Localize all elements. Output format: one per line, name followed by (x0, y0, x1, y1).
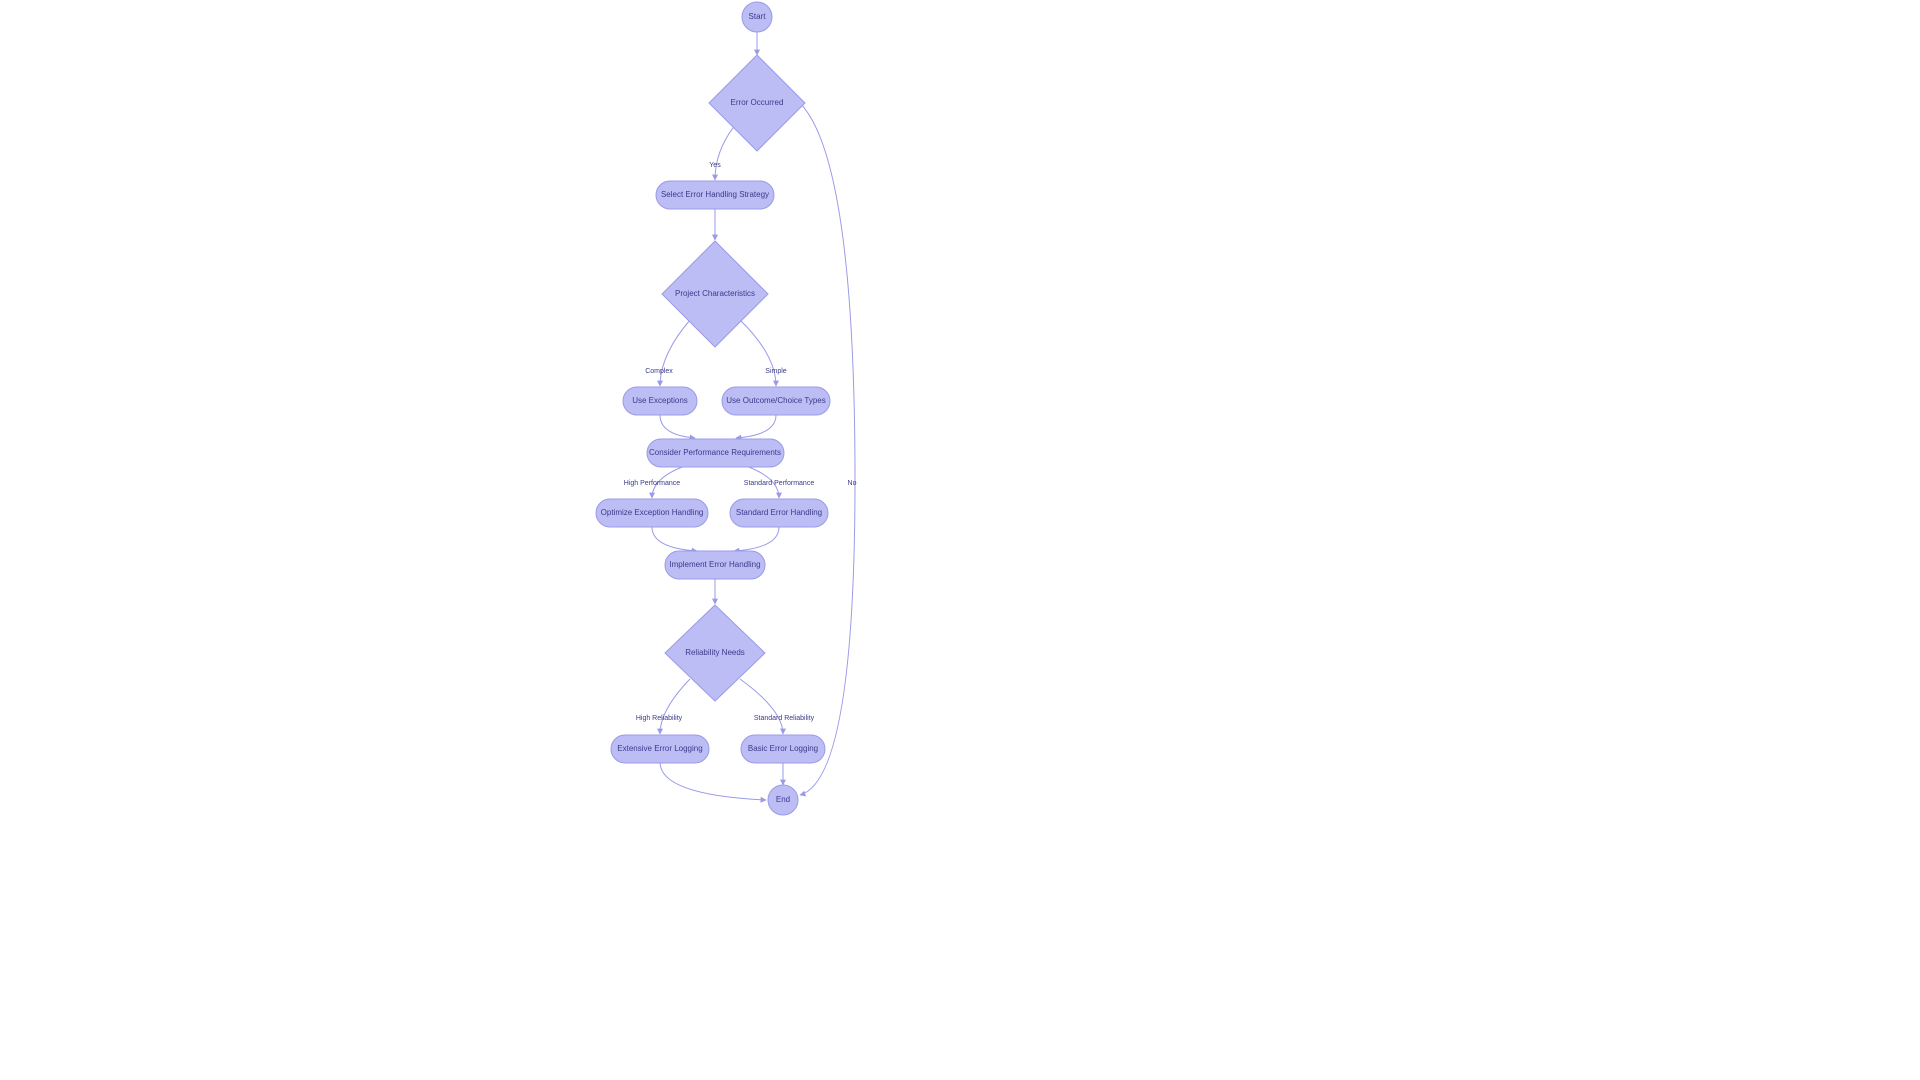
edge-label: Standard Reliability (754, 715, 815, 722)
node-error-occurred-label: Error Occurred (731, 98, 784, 107)
node-consider-perf-label: Consider Performance Requirements (649, 448, 781, 457)
node-optimize-exc-label: Optimize Exception Handling (601, 508, 704, 517)
edge-label: Simple (765, 368, 787, 375)
node-basic-log: Basic Error Logging (741, 735, 825, 763)
node-basic-log-label: Basic Error Logging (748, 744, 818, 753)
node-implement-err: Implement Error Handling (665, 551, 765, 579)
node-extensive-log-label: Extensive Error Logging (617, 744, 702, 753)
node-use-outcome-label: Use Outcome/Choice Types (726, 396, 825, 405)
node-select-strategy-label: Select Error Handling Strategy (661, 190, 769, 199)
node-end-label: End (776, 795, 790, 804)
node-consider-perf: Consider Performance Requirements (647, 439, 784, 467)
node-select-strategy: Select Error Handling Strategy (656, 181, 774, 209)
edge (660, 762, 766, 800)
edge (800, 103, 855, 795)
edge-label: High Reliability (636, 715, 683, 722)
edge-label: Yes (709, 162, 721, 169)
edge (660, 320, 690, 386)
edge (740, 320, 776, 386)
node-extensive-log: Extensive Error Logging (611, 735, 709, 763)
edge (652, 527, 697, 551)
edge (660, 679, 690, 734)
node-use-exceptions-label: Use Exceptions (632, 396, 688, 405)
edge-label: High Performance (624, 480, 681, 487)
node-error-occurred: Error Occurred (709, 55, 805, 151)
edge (734, 527, 779, 551)
node-optimize-exc: Optimize Exception Handling (596, 499, 708, 527)
node-project-chars: Project Characteristics (662, 241, 768, 347)
node-reliability-label: Reliability Needs (685, 648, 745, 657)
node-standard-err: Standard Error Handling (730, 499, 828, 527)
edge (715, 124, 736, 180)
edge-label: Complex (645, 368, 673, 375)
node-project-chars-label: Project Characteristics (675, 289, 755, 298)
node-use-exceptions: Use Exceptions (623, 387, 697, 415)
edge-label: No (848, 480, 857, 487)
edge (736, 415, 776, 438)
flowchart-diagram: Yes No Complex Simple High Performance S… (0, 0, 1920, 1080)
node-standard-err-label: Standard Error Handling (736, 508, 822, 517)
edge-label: Standard Performance (744, 480, 815, 487)
node-implement-err-label: Implement Error Handling (669, 560, 760, 569)
node-start-label: Start (749, 12, 767, 21)
edge (740, 679, 783, 734)
node-use-outcome: Use Outcome/Choice Types (722, 387, 830, 415)
edge (660, 415, 695, 438)
